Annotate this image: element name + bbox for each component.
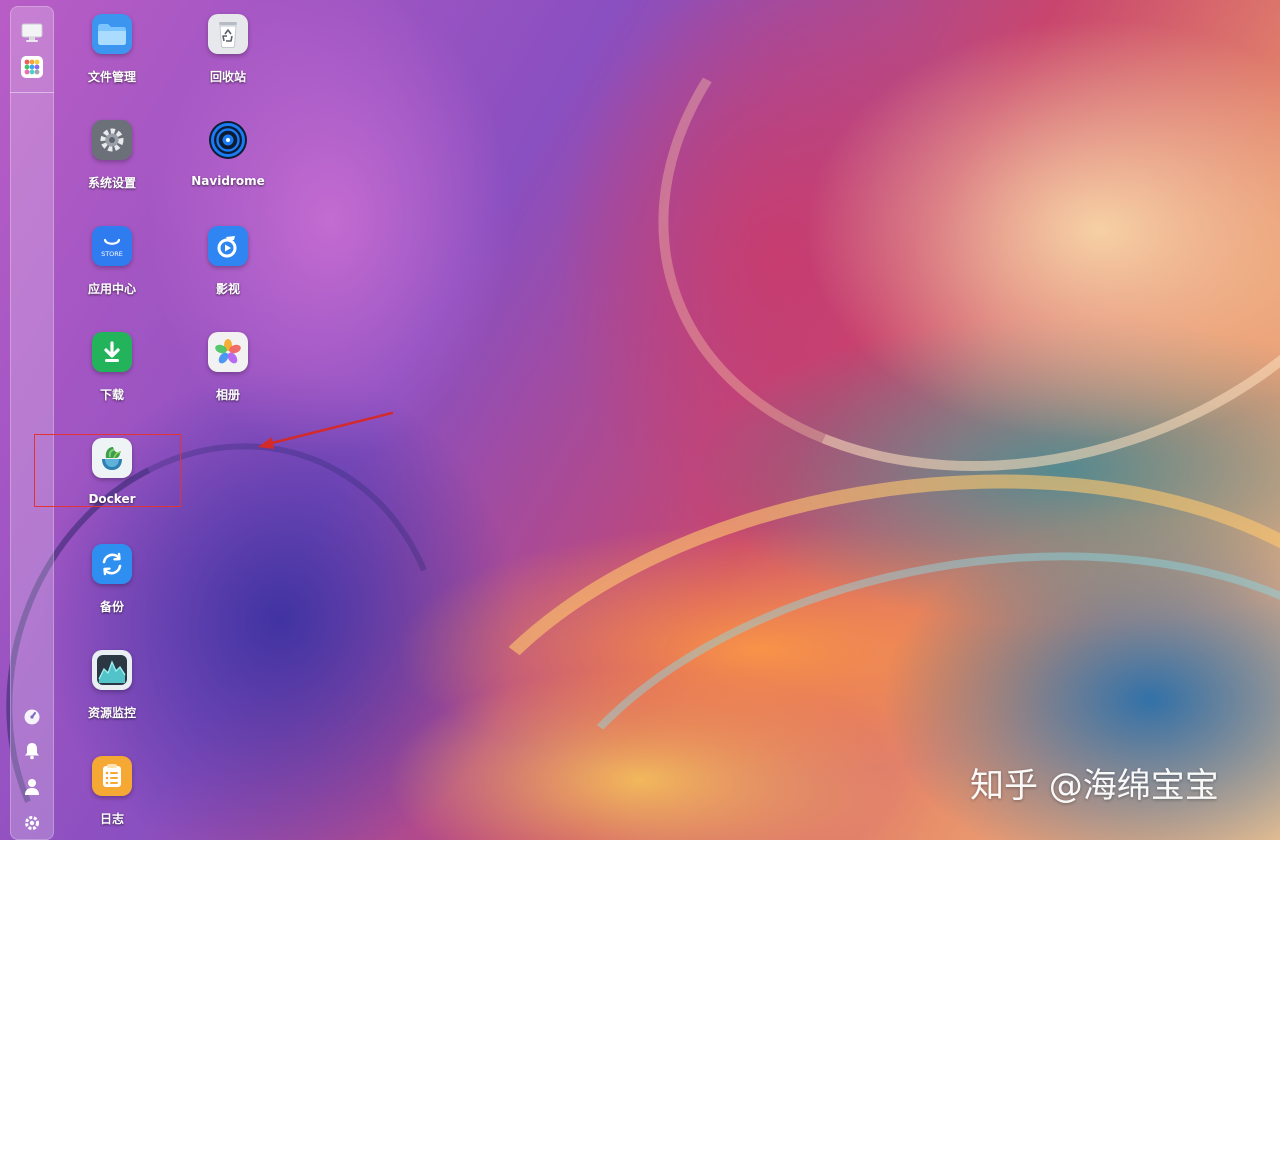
app-system-settings[interactable]: 系统设置 [62,106,162,202]
annotation-highlight-box [34,434,181,507]
app-recycle-bin[interactable]: 回收站 [178,0,278,96]
app-resource-monitor[interactable]: 资源监控 [62,636,162,732]
play-icon [208,226,248,266]
shopping-bag-icon: STORE [92,226,132,266]
recycle-bin-icon [208,14,248,54]
activity-graph-icon [92,650,132,690]
speedometer-icon[interactable] [21,706,43,728]
vinyl-record-icon [208,120,248,160]
settings-gear-icon[interactable] [21,812,43,834]
app-label: 资源监控 [87,706,136,720]
app-label: 系统设置 [87,176,136,190]
store-badge-text: STORE [101,250,123,258]
app-label: 文件管理 [87,70,136,84]
app-photos[interactable]: 相册 [178,318,278,414]
app-label: 备份 [99,600,124,614]
launcher-grid-icon[interactable] [21,56,43,78]
gear-icon [92,120,132,160]
dock-divider [10,92,54,93]
app-label: 相册 [215,388,240,402]
app-store[interactable]: STORE 应用中心 [62,212,162,308]
folder-icon [92,14,132,54]
user-icon[interactable] [21,776,43,798]
watermark-text: 知乎 @海绵宝宝 [970,766,1219,806]
app-label: Navidrome [191,174,265,188]
app-label: 回收站 [209,70,246,84]
monitor-icon[interactable] [21,22,43,44]
app-log[interactable]: 日志 [62,742,162,838]
app-navidrome[interactable]: Navidrome [178,106,278,202]
app-label: 日志 [99,812,124,826]
annotation-arrow [258,411,394,449]
notepad-icon [92,756,132,796]
download-icon [92,332,132,372]
app-label: 下载 [99,388,124,402]
app-video[interactable]: 影视 [178,212,278,308]
bell-icon[interactable] [21,740,43,762]
photo-flower-icon [208,332,248,372]
app-download[interactable]: 下载 [62,318,162,414]
app-label: 影视 [215,282,240,296]
app-backup[interactable]: 备份 [62,530,162,626]
app-label: 应用中心 [87,282,136,296]
sync-icon [92,544,132,584]
app-file-manager[interactable]: 文件管理 [62,0,162,96]
left-dock [10,6,54,840]
